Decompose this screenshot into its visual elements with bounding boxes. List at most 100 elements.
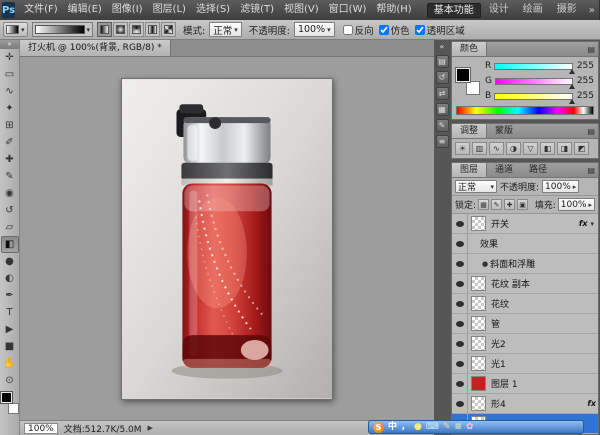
- tab-layers-0[interactable]: 图层: [452, 163, 487, 177]
- background-color-swatch[interactable]: [8, 403, 19, 414]
- dodge-tool[interactable]: ◐: [1, 270, 19, 287]
- panel-menu-icon[interactable]: ▤: [584, 124, 598, 138]
- move-tool[interactable]: ✛: [1, 49, 19, 66]
- layer-row-0[interactable]: 开关fx▾: [452, 214, 598, 234]
- layer-row-7[interactable]: 光1: [452, 354, 598, 374]
- visibility-toggle[interactable]: [452, 254, 468, 273]
- lock-image-pixels-button[interactable]: ✎: [491, 199, 502, 210]
- fullwidth-icon[interactable]: ●: [414, 421, 422, 433]
- layers-fill-field[interactable]: 100% ▸: [558, 198, 595, 211]
- canvas[interactable]: [20, 57, 434, 420]
- reverse-checkbox[interactable]: [343, 25, 353, 35]
- layer-row-5[interactable]: 管: [452, 314, 598, 334]
- visibility-toggle[interactable]: [452, 214, 468, 233]
- menu-item-8[interactable]: 帮助(H): [371, 0, 416, 20]
- brush-tool[interactable]: ✎: [1, 168, 19, 185]
- lock-position-button[interactable]: ✚: [504, 199, 515, 210]
- visibility-toggle[interactable]: [452, 294, 468, 313]
- layer-row-2[interactable]: ●斜面和浮雕: [452, 254, 598, 274]
- keyboard-icon[interactable]: ⌨: [426, 421, 439, 433]
- layer-row-9[interactable]: 形4fx: [452, 394, 598, 414]
- tab-adjustments-1[interactable]: 蒙版: [487, 124, 521, 138]
- punctuation-icon[interactable]: ，: [401, 421, 410, 433]
- transparency-checkbox[interactable]: [415, 25, 425, 35]
- visibility-toggle[interactable]: [452, 394, 468, 413]
- quick-select-tool[interactable]: ✦: [1, 100, 19, 117]
- visibility-toggle[interactable]: [452, 234, 468, 253]
- levels-adjustment-icon[interactable]: ▥: [472, 142, 487, 155]
- r-slider-thumb[interactable]: [569, 69, 575, 74]
- eyedropper-tool[interactable]: ✐: [1, 134, 19, 151]
- zoom-tool[interactable]: ⊙: [1, 372, 19, 389]
- tab-adjustments-0[interactable]: 调整: [452, 124, 487, 138]
- crop-tool[interactable]: ⊞: [1, 117, 19, 134]
- black-white-adjustment-icon[interactable]: ◩: [574, 142, 589, 155]
- color-spectrum-ramp[interactable]: [456, 106, 594, 115]
- hue-saturation-adjustment-icon[interactable]: ◧: [540, 142, 555, 155]
- navigator-panel-icon[interactable]: ▤: [436, 55, 449, 68]
- visibility-toggle[interactable]: [452, 334, 468, 353]
- workspace-button-3[interactable]: 摄影: [551, 3, 583, 18]
- menu-item-4[interactable]: 选择(S): [191, 0, 235, 20]
- chinese-mode-icon[interactable]: 中: [388, 421, 397, 433]
- color-balance-adjustment-icon[interactable]: ◨: [557, 142, 572, 155]
- collapse-arrow-icon[interactable]: ▾: [590, 220, 594, 228]
- history-brush-tool[interactable]: ↺: [1, 202, 19, 219]
- menu-item-6[interactable]: 视图(V): [279, 0, 324, 20]
- visibility-toggle[interactable]: [452, 274, 468, 293]
- sogou-logo-icon[interactable]: S: [373, 422, 384, 433]
- tool-preset-picker[interactable]: ▾: [3, 22, 28, 37]
- info-panel-icon[interactable]: ⇄: [436, 87, 449, 100]
- background-swatch[interactable]: [466, 81, 480, 95]
- menu-item-3[interactable]: 图层(L): [148, 0, 191, 20]
- shape-tool[interactable]: ■: [1, 338, 19, 355]
- healing-brush-tool[interactable]: ✚: [1, 151, 19, 168]
- tab-color[interactable]: 颜色: [452, 42, 487, 56]
- toolbar-collapse-button[interactable]: »: [0, 40, 19, 49]
- hand-tool[interactable]: ✋: [1, 355, 19, 372]
- r-slider[interactable]: [494, 63, 573, 70]
- menu-item-5[interactable]: 滤镜(T): [235, 0, 279, 20]
- panel-menu-icon[interactable]: ▤: [584, 42, 598, 56]
- character-panel-icon[interactable]: ▦: [436, 103, 449, 116]
- lock-all-button[interactable]: ▣: [517, 199, 528, 210]
- marquee-tool[interactable]: ▭: [1, 66, 19, 83]
- layer-row-3[interactable]: 花纹 副本: [452, 274, 598, 294]
- reflected-gradient-button[interactable]: [145, 22, 160, 37]
- eraser-tool[interactable]: ▱: [1, 219, 19, 236]
- opacity-select[interactable]: 100% ▾: [294, 22, 335, 37]
- brightness-contrast-adjustment-icon[interactable]: ☀: [455, 142, 470, 155]
- pen-tool[interactable]: ✒: [1, 287, 19, 304]
- foreground-color-swatch[interactable]: [1, 392, 12, 403]
- radial-gradient-button[interactable]: [113, 22, 128, 37]
- workspace-overflow-button[interactable]: »: [585, 5, 599, 16]
- menu-item-1[interactable]: 编辑(E): [63, 0, 107, 20]
- paragraph-panel-icon[interactable]: ≡: [436, 135, 449, 148]
- layers-opacity-field[interactable]: 100% ▸: [542, 180, 579, 193]
- zoom-level-field[interactable]: 100%: [24, 423, 58, 434]
- foreground-swatch[interactable]: [456, 68, 470, 82]
- skin-icon[interactable]: ✿: [466, 421, 474, 433]
- brush-panel-icon[interactable]: ✎: [436, 119, 449, 132]
- lasso-tool[interactable]: ∿: [1, 83, 19, 100]
- curves-adjustment-icon[interactable]: ∿: [489, 142, 504, 155]
- blur-tool[interactable]: ●: [1, 253, 19, 270]
- b-slider[interactable]: [494, 93, 573, 100]
- type-tool[interactable]: T: [1, 304, 19, 321]
- workspace-button-0[interactable]: 基本功能: [427, 3, 481, 18]
- linear-gradient-button[interactable]: [97, 22, 112, 37]
- layer-row-6[interactable]: 光2: [452, 334, 598, 354]
- layer-row-1[interactable]: 效果: [452, 234, 598, 254]
- pencil-icon[interactable]: ✎: [443, 421, 451, 433]
- expand-dock-button[interactable]: «: [440, 42, 445, 52]
- visibility-toggle[interactable]: [452, 374, 468, 393]
- history-panel-icon[interactable]: ↺: [436, 71, 449, 84]
- blend-mode-select[interactable]: 正常 ▾: [455, 180, 497, 193]
- gradient-tool[interactable]: ◧: [1, 236, 19, 253]
- clone-stamp-tool[interactable]: ◉: [1, 185, 19, 202]
- visibility-toggle[interactable]: [452, 314, 468, 333]
- dither-checkbox[interactable]: [379, 25, 389, 35]
- b-slider-thumb[interactable]: [569, 99, 575, 104]
- menu-item-0[interactable]: 文件(F): [19, 0, 63, 20]
- workspace-button-1[interactable]: 设计: [483, 3, 515, 18]
